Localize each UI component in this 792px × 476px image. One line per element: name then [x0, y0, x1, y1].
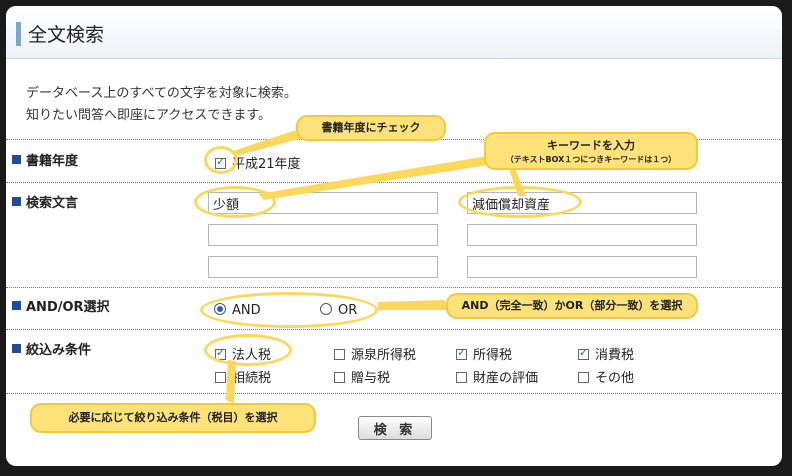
callout-year-text: 書籍年度にチェック: [321, 121, 421, 134]
highlight-ring-keyword-1: [194, 186, 276, 218]
search-panel: 全文検索 データベース上のすべての文字を対象に検索。 知りたい問答へ即座にアクセ…: [6, 6, 782, 466]
callout-year: 書籍年度にチェック: [296, 115, 446, 141]
callout-filter-text: 必要に応じて絞り込み条件（税目）を選択: [68, 411, 278, 424]
callout-keyword-text: キーワードを入力: [547, 139, 635, 152]
callout-andor-text: AND（完全一致）かOR（部分一致）を選択: [461, 299, 683, 312]
callout-keyword: キーワードを入力 （テキストBOX１つにつきキーワードは１つ）: [484, 132, 698, 170]
highlight-ring-filter: [204, 334, 292, 366]
highlight-ring-year: [204, 146, 238, 174]
highlight-ring-keyword-2: [458, 186, 582, 218]
callout-keyword-subtext: （テキストBOX１つにつきキーワードは１つ）: [505, 155, 677, 164]
callout-connector-lines: [226, 128, 526, 404]
callout-andor: AND（完全一致）かOR（部分一致）を選択: [446, 293, 698, 319]
callout-filter: 必要に応じて絞り込み条件（税目）を選択: [30, 403, 316, 433]
highlight-ring-andor: [200, 292, 378, 328]
